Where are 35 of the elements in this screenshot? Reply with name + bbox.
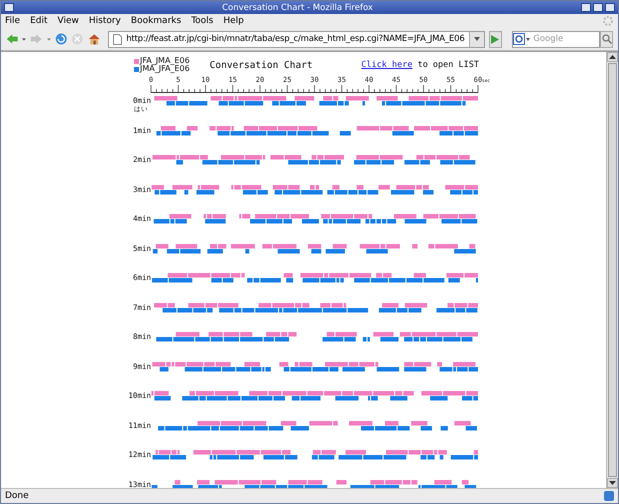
caret-icon bbox=[474, 37, 480, 41]
page-icon bbox=[113, 34, 122, 44]
scroll-down-button[interactable] bbox=[607, 478, 618, 488]
menu-item[interactable]: File bbox=[5, 16, 20, 26]
status-icon bbox=[604, 491, 614, 501]
menu-item[interactable]: View bbox=[58, 16, 79, 26]
menu-item[interactable]: Bookmarks bbox=[130, 16, 182, 26]
dropdown-caret-icon[interactable] bbox=[46, 38, 51, 40]
menu-item[interactable]: History bbox=[88, 16, 121, 26]
window-title: Conversation Chart - Mozilla Firefox bbox=[221, 2, 374, 12]
link-caption: to open LIST bbox=[418, 60, 479, 70]
list-link[interactable]: Click here bbox=[361, 60, 412, 70]
dropdown-caret-icon[interactable] bbox=[22, 38, 26, 40]
window-menu-button[interactable] bbox=[4, 3, 14, 12]
throbber-icon bbox=[602, 15, 614, 27]
search-placeholder: Google bbox=[532, 34, 564, 44]
search-icon bbox=[602, 34, 612, 44]
history-dropdown-button[interactable] bbox=[468, 32, 484, 46]
chart-title: Conversation Chart bbox=[210, 60, 313, 71]
close-button[interactable] bbox=[605, 3, 615, 12]
reload-icon[interactable] bbox=[54, 31, 68, 47]
legend-label: JMA_JFA_E06 bbox=[140, 65, 190, 73]
search-engine-icon[interactable] bbox=[513, 33, 532, 45]
menu-item[interactable]: Edit bbox=[30, 16, 48, 26]
legend-label: JFA_JMA_E06 bbox=[140, 57, 190, 65]
status-text: Done bbox=[5, 491, 29, 501]
menu-item[interactable]: Tools bbox=[191, 16, 214, 26]
scroll-up-button[interactable] bbox=[607, 52, 618, 62]
play-icon bbox=[491, 34, 500, 44]
go-button[interactable] bbox=[488, 30, 502, 48]
address-field[interactable]: http://feast.atr.jp/cgi-bin/mnatr/taba/esp_c/make_html_esp.cgi?NAME=JFA_JMA_E06 bbox=[108, 30, 485, 48]
maximize-button[interactable] bbox=[593, 3, 603, 12]
menu-item[interactable]: Help bbox=[223, 16, 244, 26]
search-button[interactable] bbox=[600, 30, 613, 48]
minimize-button[interactable] bbox=[581, 3, 591, 12]
